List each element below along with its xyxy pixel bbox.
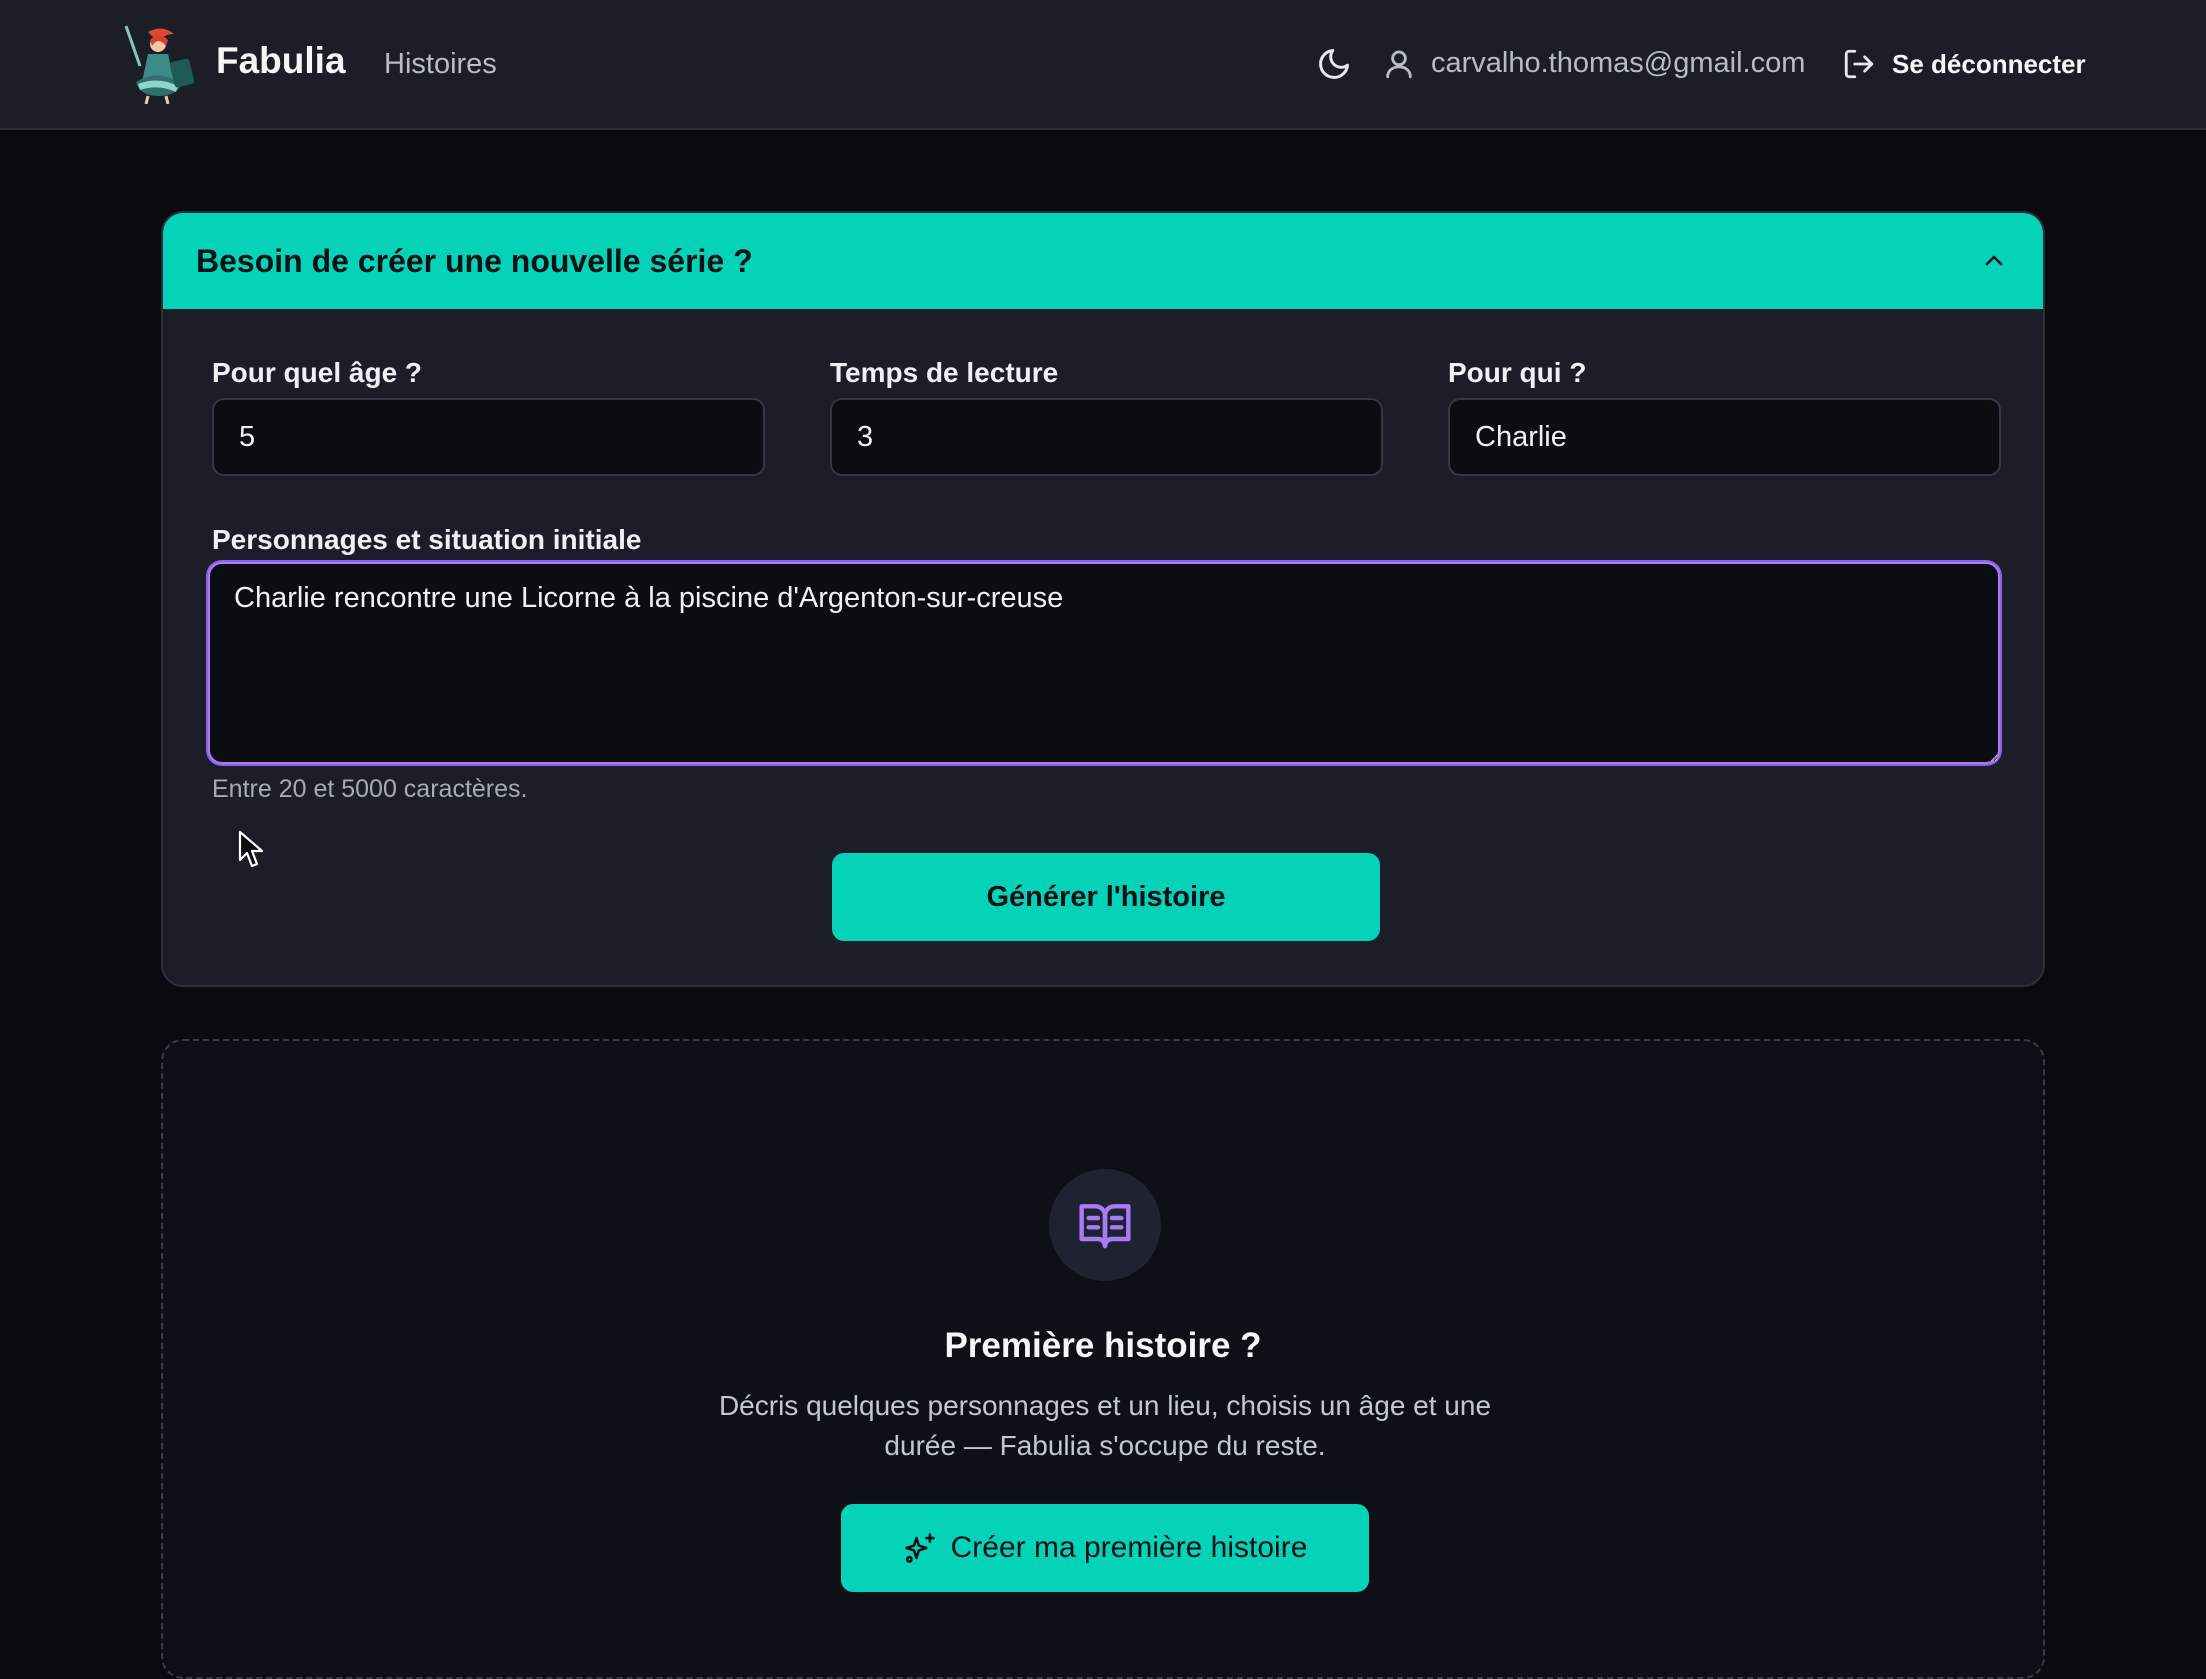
new-series-panel: Besoin de créer une nouvelle série ? Pou… (161, 211, 2045, 987)
empty-state-card: Première histoire ? Décris quelques pers… (161, 1039, 2045, 1679)
for-whom-label: Pour qui ? (1448, 357, 1587, 388)
panel-header[interactable]: Besoin de créer une nouvelle série ? (163, 213, 2043, 309)
brand-name[interactable]: Fabulia (216, 40, 346, 82)
nav-link-histoires[interactable]: Histoires (384, 48, 497, 81)
age-input[interactable] (212, 398, 765, 476)
user-icon (1382, 46, 1416, 82)
sparkles-icon (904, 1533, 935, 1563)
logout-button[interactable]: Se déconnecter (1842, 44, 2086, 84)
character-count-hint: Entre 20 et 5000 caractères. (212, 775, 528, 803)
empty-state-title: Première histoire ? (944, 1326, 1262, 1365)
mouse-cursor-icon (238, 830, 264, 868)
empty-state-description: Décris quelques personnages et un lieu, … (718, 1390, 1492, 1461)
moon-icon[interactable] (1316, 46, 1352, 82)
top-navigation-bar: Fabulia Histoires carvalho.thomas@gmail.… (0, 0, 2206, 130)
reading-time-input[interactable] (830, 398, 1383, 476)
fabulia-logo[interactable] (118, 22, 195, 105)
logout-label: Se déconnecter (1892, 48, 2086, 79)
panel-title: Besoin de créer une nouvelle série ? (196, 243, 753, 279)
situation-label: Personnages et situation initiale (212, 524, 642, 555)
for-whom-input[interactable] (1448, 398, 2001, 476)
create-first-story-label: Créer ma première histoire (950, 1531, 1308, 1564)
situation-textarea[interactable]: Charlie rencontre une Licorne à la pisci… (208, 562, 2000, 764)
open-book-icon (1049, 1169, 1161, 1281)
logout-icon (1844, 49, 1874, 79)
age-label: Pour quel âge ? (212, 357, 423, 388)
generate-story-button[interactable]: Générer l'histoire (832, 853, 1380, 941)
user-email: carvalho.thomas@gmail.com (1431, 47, 1806, 79)
reading-time-label: Temps de lecture (830, 357, 1059, 388)
chevron-up-icon[interactable] (1981, 249, 2007, 271)
create-first-story-button[interactable]: Créer ma première histoire (841, 1504, 1369, 1592)
